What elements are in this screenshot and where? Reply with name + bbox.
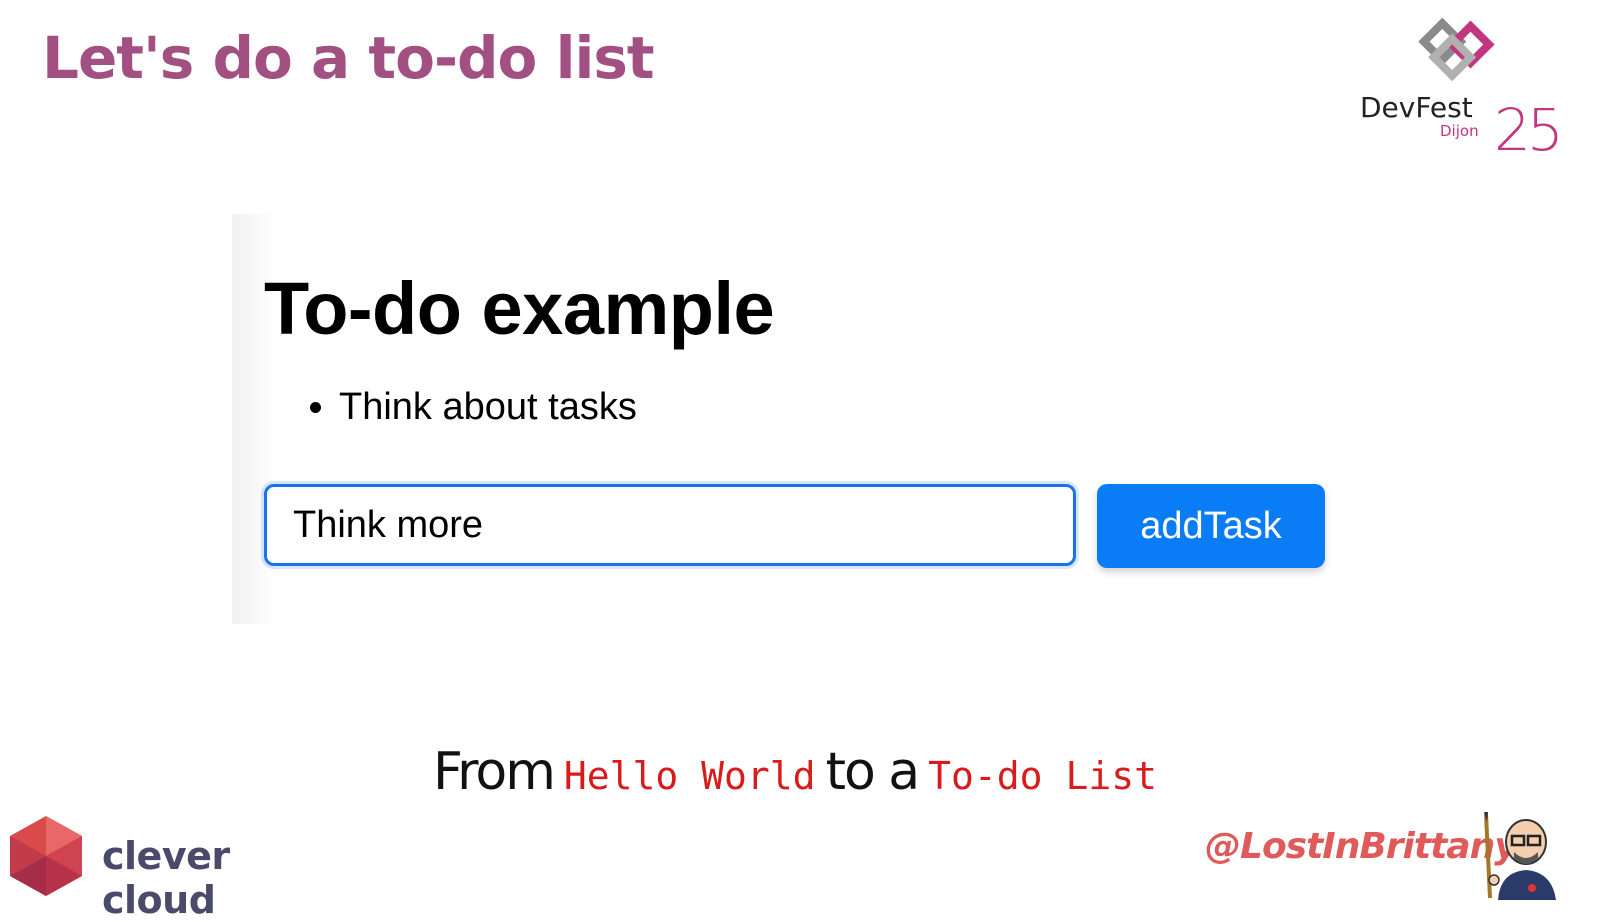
devfest-year: 25 bbox=[1494, 96, 1564, 164]
tagline-code-hello-world: Hello World bbox=[563, 754, 816, 798]
devfest-name: DevFest bbox=[1360, 91, 1473, 124]
social-handle: @LostInBrittany bbox=[1205, 826, 1518, 867]
add-task-button[interactable]: addTask bbox=[1097, 484, 1325, 568]
demo-heading: To-do example bbox=[264, 267, 775, 350]
task-list: Think about tasks bbox=[264, 384, 637, 430]
cartoon-avatar-icon bbox=[1484, 812, 1556, 900]
clever-cloud-hexagon-logo-icon bbox=[10, 816, 82, 896]
task-input[interactable] bbox=[264, 484, 1076, 566]
tagline-code-todo-list: To-do List bbox=[928, 754, 1157, 798]
slide-title: Let's do a to-do list bbox=[42, 24, 655, 92]
task-item: Think about tasks bbox=[339, 384, 637, 430]
tagline-to: to a bbox=[825, 742, 921, 802]
clever-cloud-name: clever cloud bbox=[102, 834, 230, 922]
tagline-from: From bbox=[433, 742, 556, 802]
devfest-city: Dijon bbox=[1440, 122, 1479, 140]
demo-screenshot-panel: To-do example Think about tasks addTask bbox=[232, 214, 1347, 624]
devfest-diamond-logo-icon bbox=[1418, 17, 1495, 82]
tagline: From Hello World to a To-do List bbox=[0, 742, 1600, 802]
devfest-logo: DevFest Dijon 25 bbox=[1360, 16, 1564, 164]
clever-cloud-logo: clever cloud bbox=[6, 814, 346, 922]
